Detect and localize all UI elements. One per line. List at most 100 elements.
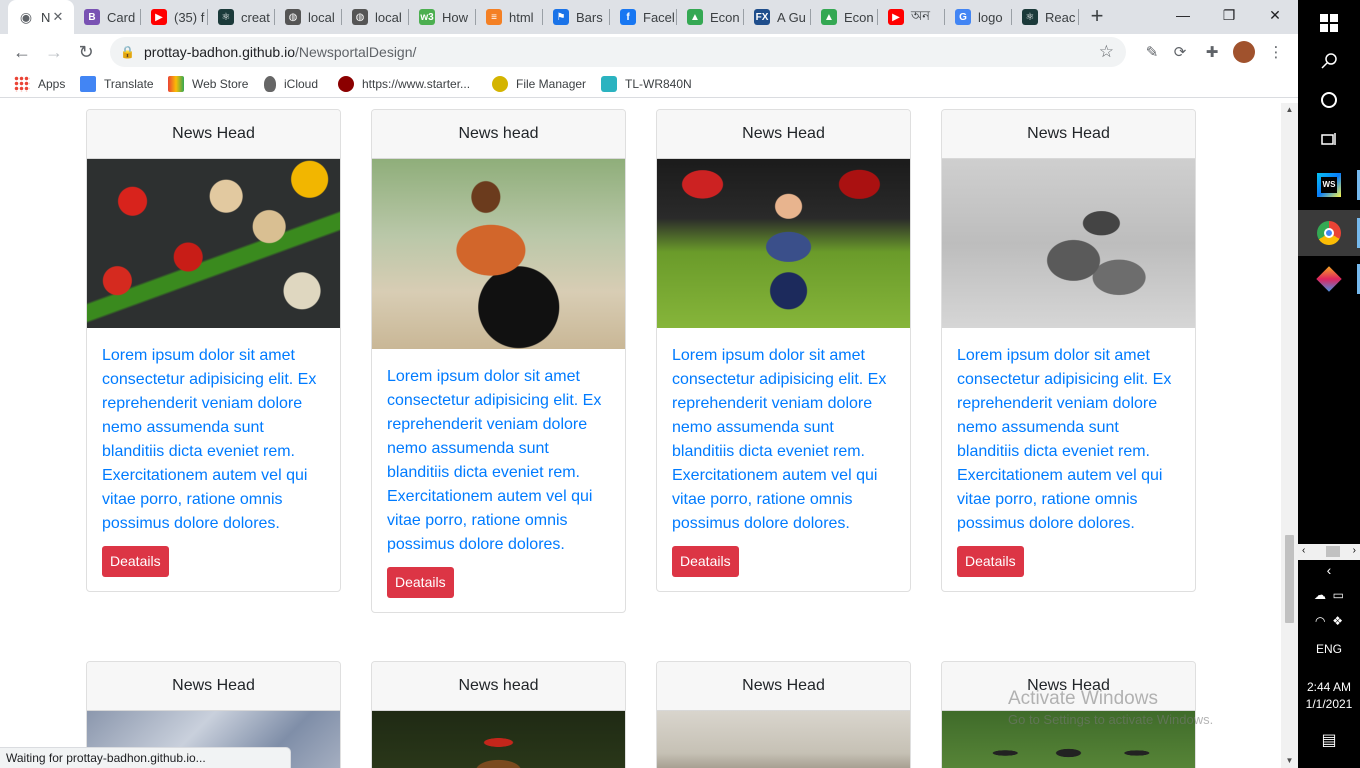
close-tab-icon[interactable]: ✕: [50, 9, 66, 25]
details-button[interactable]: Deatails: [102, 546, 169, 577]
tab-label: N: [41, 9, 51, 25]
tab-favicon-icon: ▶: [151, 9, 167, 25]
tab-favicon-icon: ▲: [687, 9, 703, 25]
horizontal-scrollbar[interactable]: ‹ ›: [1298, 544, 1360, 560]
battery-icon[interactable]: ▭: [1333, 588, 1344, 602]
language-indicator[interactable]: ENG: [1298, 642, 1360, 656]
minimize-button[interactable]: —: [1160, 0, 1206, 30]
browser-tab[interactable]: B Card: [74, 0, 141, 34]
card-body: Lorem ipsum dolor sit amet consectetur a…: [942, 328, 1195, 591]
bookmark-tl-wr840n[interactable]: TL-WR840N: [601, 75, 692, 93]
bookmark-web-store[interactable]: Web Store: [168, 75, 248, 93]
tab-favicon-icon: f: [620, 9, 636, 25]
tab-favicon-icon: ▲: [821, 9, 837, 25]
browser-tab[interactable]: ▶ অন: [878, 0, 945, 34]
webstorm-icon: WS: [1317, 173, 1341, 197]
task-view-icon: [1321, 133, 1336, 145]
browser-tab[interactable]: ▲ Econ: [811, 0, 878, 34]
tab-favicon-icon: ◍: [285, 9, 301, 25]
bookmark-apps[interactable]: Apps: [14, 75, 65, 93]
news-card: News Head Lorem ipsum dolor sit amet con…: [86, 109, 341, 592]
tab-label: local: [308, 9, 335, 25]
back-button[interactable]: ←: [8, 38, 36, 66]
taskbar-chrome[interactable]: [1298, 210, 1360, 256]
news-card: News Head Lorem ipsum dolor sit amet con…: [941, 109, 1196, 592]
bookmark-icloud[interactable]: iCloud: [264, 75, 318, 93]
tab-favicon-icon: ▶: [888, 9, 904, 25]
tab-favicon-icon: FX: [754, 9, 770, 25]
scroll-left-arrow[interactable]: ‹: [1302, 545, 1305, 556]
browser-tab[interactable]: ▲ Econ: [677, 0, 744, 34]
browser-tab[interactable]: ⚑ Bars: [543, 0, 610, 34]
reload-button[interactable]: ↻: [72, 38, 100, 66]
forward-button[interactable]: →: [40, 38, 68, 66]
sync-extension-icon[interactable]: ⟳: [1170, 42, 1190, 62]
bookmark-starter[interactable]: https://www.starter...: [338, 75, 470, 93]
vegetables-image: [87, 159, 340, 328]
browser-tab[interactable]: f Facel: [610, 0, 677, 34]
browser-tab[interactable]: ⚛ creat: [208, 0, 275, 34]
taskbar-app[interactable]: [1298, 256, 1360, 302]
starter-icon: [338, 76, 354, 92]
search-icon: [1321, 53, 1337, 69]
close-window-button[interactable]: ✕: [1252, 0, 1298, 30]
profile-avatar[interactable]: [1233, 41, 1255, 63]
chrome-window: ◉ N ✕ B Card ▶ (35) f ⚛ creat ◍ local ◍ local w3 Ho…: [0, 0, 1298, 768]
wifi-icon[interactable]: ◠: [1315, 614, 1325, 628]
tab-separator: [1078, 9, 1079, 25]
activate-windows-watermark: Activate Windows Go to Settings to activ…: [1008, 688, 1213, 727]
scroll-right-arrow[interactable]: ›: [1353, 545, 1356, 556]
task-view-button[interactable]: [1298, 116, 1360, 162]
scroll-up-arrow[interactable]: ▲: [1281, 103, 1298, 117]
clock-date[interactable]: 1/1/2021: [1298, 697, 1360, 711]
details-button[interactable]: Deatails: [672, 546, 739, 577]
card-header: News head: [372, 110, 625, 159]
address-bar[interactable]: 🔒 prottay-badhon.github.io/NewsportalDes…: [110, 37, 1126, 67]
notifications-icon[interactable]: ▤: [1298, 730, 1360, 750]
menu-kebab-icon[interactable]: ⋮: [1266, 42, 1286, 62]
clock-time[interactable]: 2:44 AM: [1298, 680, 1360, 694]
restore-button[interactable]: ❐: [1206, 0, 1252, 30]
man-on-motorbike-image: [372, 159, 625, 349]
hscroll-thumb[interactable]: [1326, 546, 1340, 557]
cortana-circle-icon: [1321, 92, 1337, 108]
taskbar-webstorm[interactable]: WS: [1298, 162, 1360, 208]
card-header: News Head: [942, 110, 1195, 159]
browser-tab[interactable]: w3 How: [409, 0, 476, 34]
dropbox-icon[interactable]: ❖: [1332, 614, 1343, 628]
scroll-down-arrow[interactable]: ▼: [1281, 754, 1298, 768]
browser-tab[interactable]: ◍ local: [342, 0, 409, 34]
scrollbar-thumb[interactable]: [1285, 535, 1294, 623]
github-extension-icon[interactable]: ✎: [1142, 42, 1162, 62]
card-header: News head: [372, 662, 625, 711]
browser-tab[interactable]: Glogo: [945, 0, 1012, 34]
bookmark-translate[interactable]: Translate: [80, 75, 154, 93]
tray-overflow-chevron[interactable]: ‹: [1298, 562, 1360, 578]
tab-label: Econ: [844, 9, 874, 25]
tab-label: html: [509, 9, 534, 25]
browser-tab[interactable]: ▶ (35) f: [141, 0, 208, 34]
new-tab-button[interactable]: +: [1086, 5, 1108, 27]
onedrive-icon[interactable]: ☁: [1314, 588, 1326, 602]
extensions-puzzle-icon[interactable]: ✚: [1202, 42, 1222, 62]
browser-tab[interactable]: FX A Gu: [744, 0, 811, 34]
tab-label: Facel: [643, 9, 675, 25]
tab-active[interactable]: ◉ N ✕: [8, 0, 74, 34]
bookmark-label: Web Store: [192, 77, 249, 91]
bookmark-file-manager[interactable]: File Manager: [492, 75, 586, 93]
tab-favicon-icon: ⚛: [218, 9, 234, 25]
star-icon[interactable]: ☆: [1099, 42, 1114, 62]
web-store-icon: [168, 76, 184, 92]
translate-icon: [80, 76, 96, 92]
tab-label: Reac: [1045, 9, 1076, 25]
tplink-icon: [601, 76, 617, 92]
news-card: News Head: [656, 661, 911, 768]
browser-tab[interactable]: ⚛ Reac: [1012, 0, 1079, 34]
details-button[interactable]: Deatails: [957, 546, 1024, 577]
tab-label: A Gu: [777, 9, 806, 25]
browser-tab[interactable]: ◍ local: [275, 0, 342, 34]
details-button[interactable]: Deatails: [387, 567, 454, 598]
browser-tab[interactable]: ≡ html: [476, 0, 543, 34]
bookmark-label: Apps: [38, 77, 66, 91]
vertical-scrollbar[interactable]: ▲ ▼: [1281, 103, 1298, 768]
